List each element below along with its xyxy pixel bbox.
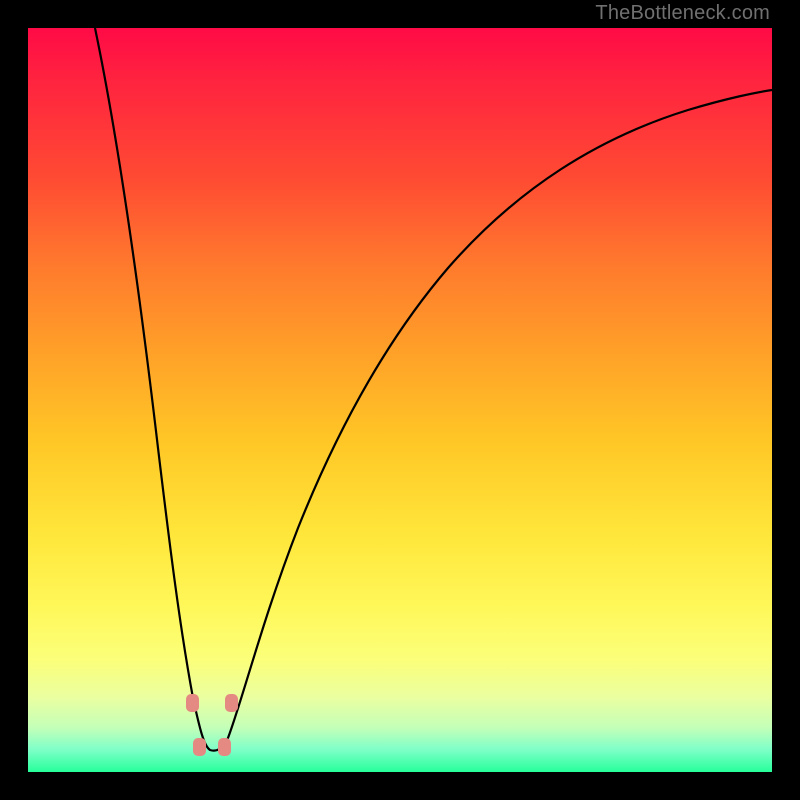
curve-marker [218, 738, 231, 756]
curve-marker [193, 738, 206, 756]
curve-marker [225, 694, 238, 712]
chart-plot-area [28, 28, 772, 772]
attribution-text: TheBottleneck.com [595, 2, 770, 25]
bottleneck-curve [95, 28, 772, 751]
chart-svg [28, 28, 772, 772]
curve-marker [186, 694, 199, 712]
